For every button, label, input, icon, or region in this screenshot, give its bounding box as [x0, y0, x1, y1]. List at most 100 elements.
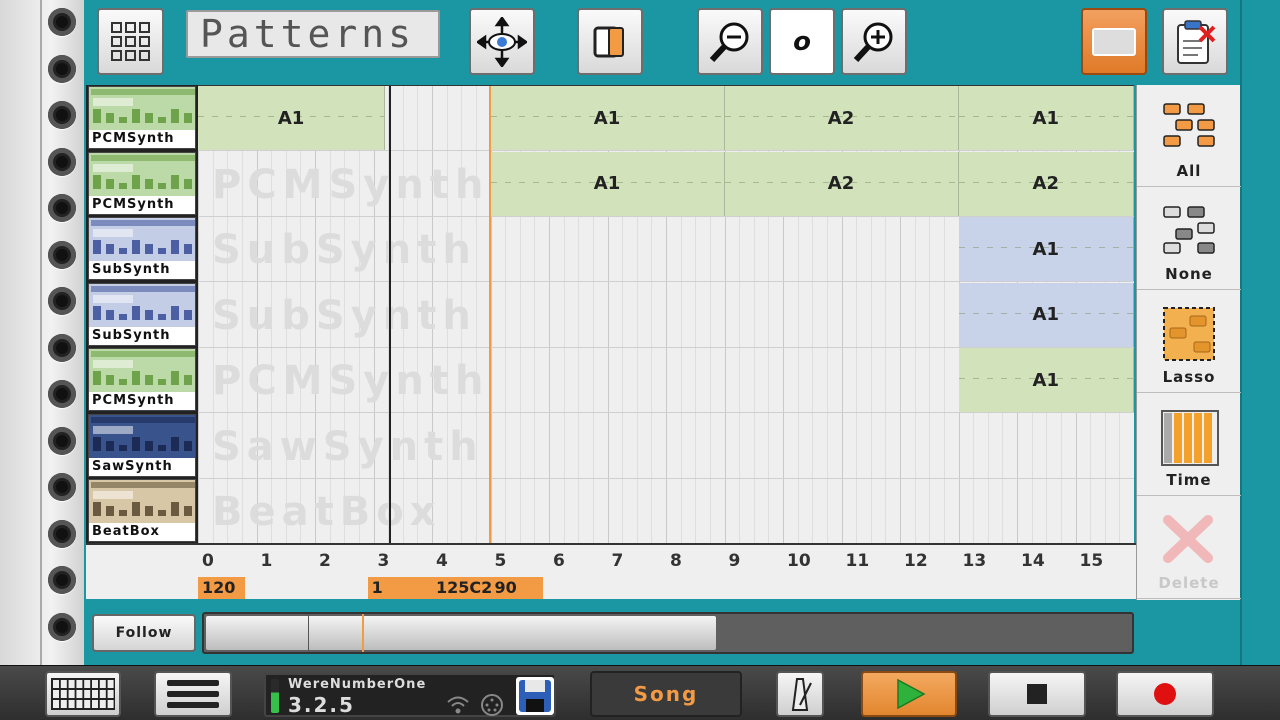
pattern-block[interactable]: A1: [490, 151, 725, 216]
binder-ring: [48, 566, 76, 594]
tempo-marker[interactable]: 120: [198, 577, 245, 599]
wifi-icon: [447, 696, 469, 714]
bar-number: 14: [1021, 551, 1045, 571]
scrollbar-thumb[interactable]: [206, 616, 717, 650]
track-name: SawSynth: [89, 457, 195, 476]
tool-label: None: [1165, 265, 1213, 283]
pattern-block[interactable]: A1: [958, 217, 1134, 281]
bar-number: 5: [494, 551, 507, 571]
pattern-label: A1: [1032, 238, 1059, 260]
tool-all[interactable]: All: [1137, 85, 1241, 187]
binder-ring: [48, 101, 76, 129]
pattern-block[interactable]: A1: [198, 86, 386, 150]
track-name: PCMSynth: [89, 195, 195, 214]
binder-ring: [48, 380, 76, 408]
track-header[interactable]: PCMSynth: [88, 151, 196, 215]
clipboard-delete-button[interactable]: [1162, 8, 1228, 75]
track-header[interactable]: SubSynth: [88, 217, 196, 280]
zoom-in-button[interactable]: [841, 8, 907, 75]
track-list: PCMSynth PCMSynth SubSynth SubSynth PCMS…: [86, 85, 198, 543]
tool-label: All: [1176, 162, 1202, 180]
pattern-block[interactable]: A1: [958, 86, 1134, 150]
tempo-marker[interactable]: 90: [490, 577, 544, 599]
mode-display: Patterns: [186, 10, 440, 58]
right-edge: [1240, 0, 1280, 665]
bar-number: 0: [202, 551, 214, 571]
lasso-icon: [1163, 307, 1215, 361]
binder-ring: [48, 287, 76, 315]
follow-button[interactable]: Follow: [92, 614, 196, 652]
track-row: SawSynth: [198, 414, 1134, 479]
window-toggle-button[interactable]: [1081, 8, 1147, 75]
copy-button[interactable]: [577, 8, 643, 75]
pattern-grid[interactable]: PCMSynth SubSynth SubSynth PCMSynth SawSynth…: [198, 85, 1134, 543]
play-button[interactable]: [861, 671, 957, 717]
record-button[interactable]: [1116, 671, 1214, 717]
tempo-marker[interactable]: 125C2: [432, 577, 492, 599]
window-icon: [1092, 27, 1136, 56]
scroll-marker: [308, 614, 309, 652]
tool-lasso[interactable]: Lasso: [1137, 291, 1241, 393]
pattern-block[interactable]: A1: [490, 86, 725, 150]
zoom-out-icon: [709, 22, 749, 62]
track-header[interactable]: PCMSynth: [88, 348, 196, 411]
track-header[interactable]: SubSynth: [88, 282, 196, 346]
pattern-label: A1: [277, 107, 305, 129]
track-header[interactable]: PCMSynth: [88, 86, 196, 149]
instrument-thumbnail: [89, 87, 195, 133]
pattern-block[interactable]: A1: [958, 348, 1134, 412]
tempo-marker[interactable]: [385, 577, 432, 599]
pattern-label: A2: [1032, 173, 1059, 194]
pattern-block[interactable]: A2: [724, 151, 959, 216]
song-mode-button[interactable]: Song: [590, 671, 742, 717]
move-eye-icon: [477, 16, 527, 67]
tool-delete[interactable]: Delete: [1137, 497, 1241, 599]
keyboard-button[interactable]: [45, 671, 121, 717]
status-display: WereNumberOne 3.2.5: [264, 673, 556, 717]
pattern-block[interactable]: A1: [958, 282, 1134, 347]
user-name: WereNumberOne: [288, 677, 427, 692]
bar-number: 2: [319, 551, 331, 571]
tempo-marker[interactable]: 1: [367, 577, 386, 599]
tool-label: Delete: [1158, 574, 1220, 592]
play-icon: [897, 678, 926, 710]
bar-number: 1: [260, 551, 273, 571]
song-scrollbar[interactable]: [202, 612, 1134, 654]
loop-marker[interactable]: [389, 86, 392, 543]
instrument-thumbnail: [89, 152, 195, 199]
bar-number: 3: [377, 551, 390, 571]
track-name: SubSynth: [89, 261, 195, 279]
hamburger-menu-icon: [167, 680, 219, 708]
timeline-ruler[interactable]: 0 1 2 3 4 5 6 7 8 9 10 11 12 13 14 15 120 1 125C2 90: [86, 543, 1136, 599]
row-ghost-label: PCMSynth: [212, 358, 490, 404]
track-header[interactable]: BeatBox: [88, 479, 196, 542]
tool-time[interactable]: Time: [1137, 394, 1241, 496]
track-name: SubSynth: [89, 326, 195, 345]
grid-icon: [110, 21, 150, 61]
stop-button[interactable]: [988, 671, 1086, 717]
pattern-label: A1: [593, 107, 621, 129]
save-button[interactable]: [516, 677, 554, 715]
playhead[interactable]: [489, 86, 492, 543]
pattern-label: A2: [827, 107, 855, 129]
binder-ring: [48, 519, 76, 548]
metronome-button[interactable]: [776, 671, 824, 717]
pattern-label: A2: [827, 173, 855, 194]
pattern-label: A1: [1032, 107, 1059, 129]
binder-rings: [0, 0, 86, 665]
pattern-block[interactable]: A2: [724, 86, 959, 150]
pattern-block[interactable]: A2: [958, 151, 1134, 216]
tool-none[interactable]: None: [1137, 188, 1241, 290]
keyboard-icon: [51, 678, 115, 710]
zoom-level[interactable]: o: [769, 8, 835, 75]
pattern-label: A1: [1032, 369, 1059, 391]
row-ghost-label: SubSynth: [212, 292, 477, 339]
track-header[interactable]: SawSynth: [88, 413, 196, 477]
zoom-out-button[interactable]: [697, 8, 763, 75]
app-version: 3.2.5: [288, 693, 355, 717]
move-view-button[interactable]: [469, 8, 535, 75]
track-name: PCMSynth: [89, 392, 195, 410]
grid-menu-button[interactable]: [97, 8, 164, 75]
main-menu-button[interactable]: [154, 671, 232, 717]
stop-icon: [1027, 684, 1047, 704]
